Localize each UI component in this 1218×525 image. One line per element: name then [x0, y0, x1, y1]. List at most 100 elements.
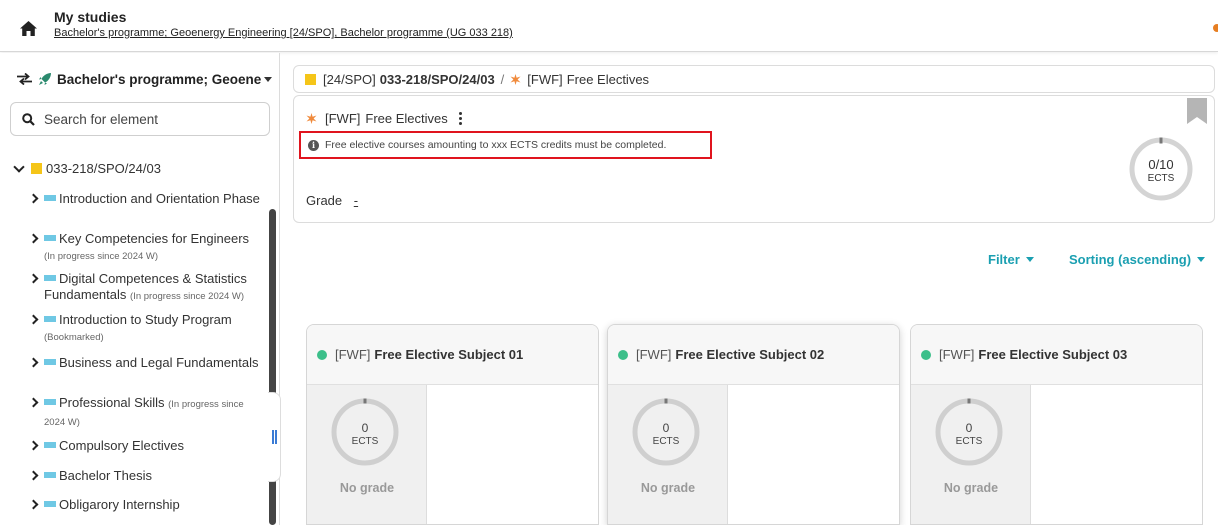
subject-ects-unit: ECTS: [652, 436, 680, 447]
rocket-icon: [39, 73, 51, 85]
top-header: My studies Bachelor's programme; Geoener…: [0, 0, 1218, 52]
chevron-down-icon[interactable]: [13, 160, 25, 173]
module-name: Free Electives: [365, 111, 448, 126]
chevron-right-icon[interactable]: [28, 273, 39, 284]
folder-icon: [31, 163, 42, 174]
home-icon[interactable]: [20, 21, 37, 36]
sorting-button[interactable]: Sorting (ascending): [1069, 252, 1206, 267]
subject-grade: No grade: [640, 481, 696, 495]
subject-name: Free Elective Subject 03: [978, 347, 1128, 362]
page-title: My studies: [54, 9, 127, 25]
grade-label: Grade: [306, 193, 343, 208]
chevron-right-icon[interactable]: [28, 314, 39, 325]
module-info-note: i Free elective courses amounting to xxx…: [299, 131, 712, 159]
tree-item-label: Business and Legal Fundamentals: [59, 355, 259, 370]
status-dot: [317, 349, 327, 360]
breadcrumb-separator: /: [500, 71, 505, 87]
tree-item-label: Introduction and Orientation Phase: [59, 191, 260, 206]
subject-card[interactable]: [FWF] Free Elective Subject 03 0 ECTS No…: [910, 324, 1203, 525]
tree-item-label: Key Competencies for Engineers: [59, 231, 250, 246]
subject-ects-value: 0: [662, 421, 670, 435]
sidebar: Bachelor's programme; Geoene 033-218/SPO…: [0, 53, 281, 525]
grade-value: -: [353, 193, 359, 208]
subject-card-header: [FWF] Free Elective Subject 03: [911, 325, 1202, 385]
module-code: [FWF]: [325, 111, 361, 126]
sidebar-resize-handle[interactable]: [268, 392, 281, 482]
chevron-right-icon[interactable]: [28, 193, 39, 204]
sorting-label: Sorting (ascending): [1069, 252, 1192, 267]
tree-item-status: (Bookmarked): [44, 332, 104, 343]
tree-item[interactable]: Introduction to Study Program (Bookmarke…: [28, 312, 262, 346]
info-icon: i: [308, 139, 319, 151]
breadcrumb-module-name[interactable]: Free Electives: [567, 72, 649, 87]
tree-root[interactable]: 033-218/SPO/24/03: [13, 160, 161, 176]
tree-item[interactable]: Bachelor Thesis: [28, 468, 262, 484]
subject-grade: No grade: [339, 481, 395, 495]
programme-switcher[interactable]: Bachelor's programme; Geoene: [17, 69, 273, 89]
search-field[interactable]: [10, 102, 270, 136]
subject-name: Free Elective Subject 02: [675, 347, 825, 362]
status-dot: [618, 349, 628, 360]
subject-card-header: [FWF] Free Elective Subject 01: [307, 325, 598, 385]
ects-progress-ring: 0/10 ECTS: [1128, 136, 1194, 202]
tree-item-label: Obligarory Internship: [59, 497, 180, 512]
folder-icon: [305, 73, 316, 85]
module-info-text: Free elective courses amounting to xxx E…: [325, 139, 667, 151]
status-dot: [921, 349, 931, 360]
subject-ects-value: 0: [361, 421, 369, 435]
search-icon: [22, 112, 35, 126]
tree-item[interactable]: Business and Legal Fundamentals: [28, 355, 262, 371]
tree-item-label: Professional Skills: [59, 395, 165, 410]
node-icon: [44, 359, 56, 365]
tree-item[interactable]: Introduction and Orientation Phase: [28, 191, 262, 207]
chevron-right-icon[interactable]: [28, 499, 39, 510]
subject-ects-unit: ECTS: [955, 436, 983, 447]
chevron-right-icon[interactable]: [28, 440, 39, 451]
tree-item-status: (In progress since 2024 W): [44, 251, 159, 262]
programme-switch-label: Bachelor's programme; Geoene: [57, 71, 262, 87]
chevron-right-icon[interactable]: [28, 233, 39, 244]
subject-name: Free Elective Subject 01: [374, 347, 524, 362]
tree-item-label: Compulsory Electives: [59, 438, 184, 453]
subject-card[interactable]: [FWF] Free Elective Subject 01 0 ECTS No…: [306, 324, 599, 525]
breadcrumb-module-code[interactable]: [FWF]: [527, 72, 562, 87]
programme-link[interactable]: Bachelor's programme; Geoenergy Engineer…: [54, 27, 513, 39]
node-icon: [44, 501, 56, 507]
search-input[interactable]: [44, 111, 244, 127]
module-card: [FWF] Free Electives i Free elective cou…: [293, 95, 1215, 223]
subject-card[interactable]: [FWF] Free Elective Subject 02 0 ECTS No…: [607, 324, 900, 525]
ects-unit: ECTS: [1147, 173, 1175, 184]
bookmark-icon[interactable]: [1186, 98, 1208, 124]
breadcrumb-curriculum[interactable]: 033-218/SPO/24/03: [380, 72, 495, 87]
breadcrumb-code[interactable]: [24/SPO]: [323, 72, 376, 87]
chevron-right-icon[interactable]: [28, 470, 39, 481]
chevron-right-icon[interactable]: [28, 357, 39, 368]
node-icon: [44, 442, 56, 448]
tree-item[interactable]: Professional Skills (In progress since 2…: [28, 395, 262, 431]
node-icon: [44, 472, 56, 478]
subject-card-header: [FWF] Free Elective Subject 02: [608, 325, 899, 385]
tree-item[interactable]: Obligarory Internship: [28, 497, 262, 513]
node-icon: [44, 399, 56, 405]
chevron-right-icon[interactable]: [28, 397, 39, 408]
breadcrumb: [24/SPO] 033-218/SPO/24/03 / [FWF] Free …: [293, 65, 1215, 93]
filter-button[interactable]: Filter: [988, 252, 1034, 267]
module-icon: [306, 113, 317, 124]
filter-label: Filter: [988, 252, 1020, 267]
tree-item[interactable]: Compulsory Electives: [28, 438, 262, 454]
tree-item-label: Introduction to Study Program: [59, 312, 232, 327]
tree-item[interactable]: Digital Competences & Statistics Fundame…: [28, 271, 262, 305]
more-vertical-icon[interactable]: [458, 112, 464, 125]
subject-ects-unit: ECTS: [351, 436, 379, 447]
subject-ects-ring: 0 ECTS: [630, 396, 702, 468]
subject-ects-value: 0: [965, 421, 973, 435]
module-icon: [510, 73, 521, 85]
chevron-down-icon: [264, 76, 273, 82]
swap-icon[interactable]: [17, 73, 32, 85]
tree-item-label: Bachelor Thesis: [59, 468, 152, 483]
node-icon: [44, 316, 56, 322]
grade-row: Grade -: [306, 193, 358, 208]
chevron-down-icon: [1197, 257, 1206, 262]
node-icon: [44, 275, 56, 281]
tree-item[interactable]: Key Competencies for Engineers (In progr…: [28, 231, 262, 265]
